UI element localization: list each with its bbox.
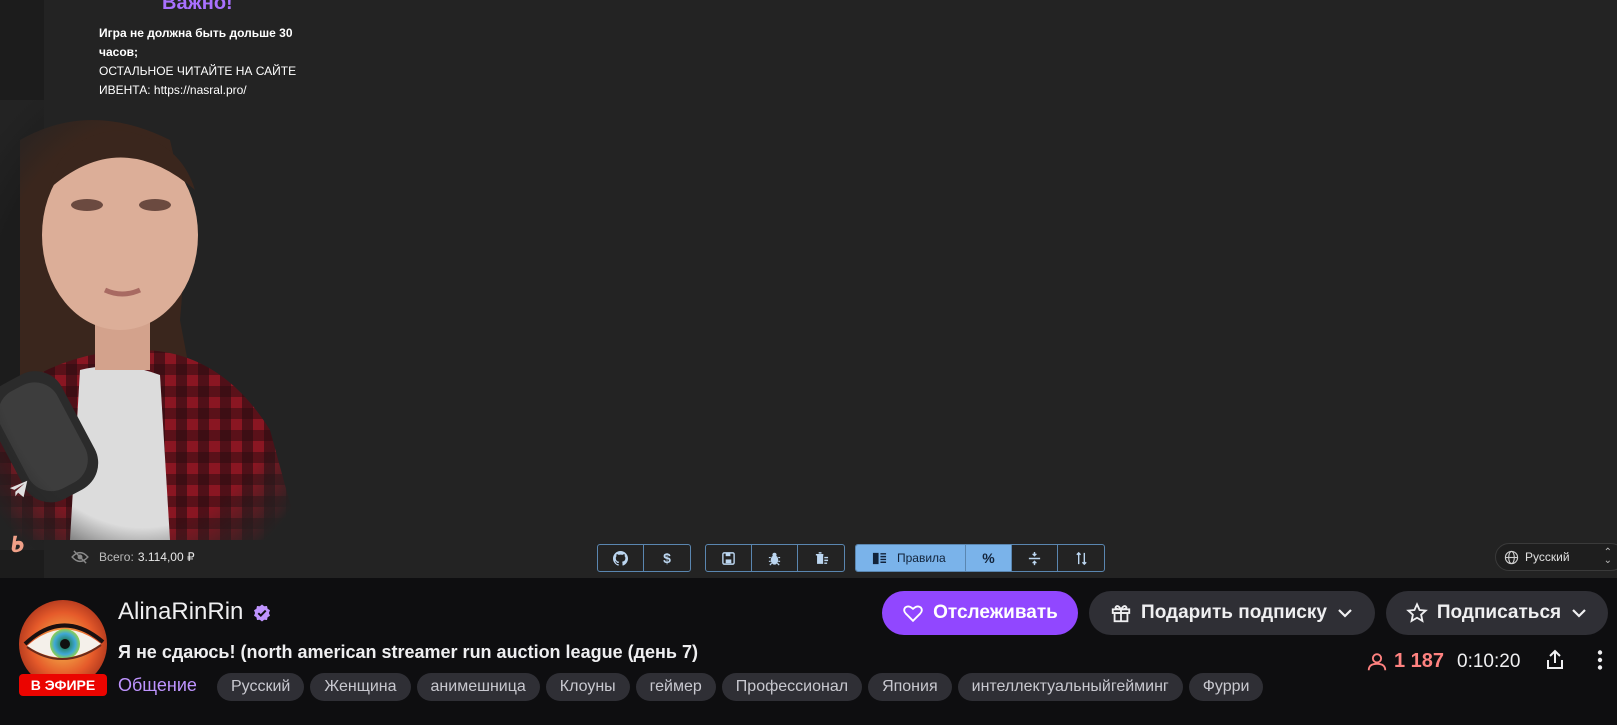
select-arrows-icon: ⌃ ⌄ — [1603, 547, 1612, 566]
tag[interactable]: Профессионал — [721, 673, 863, 701]
notice-title: Важно! — [162, 0, 233, 14]
toolbar-actions — [705, 544, 845, 572]
live-badge: В ЭФИРЕ — [19, 674, 107, 696]
globe-icon — [1504, 550, 1519, 564]
github-icon — [613, 550, 628, 566]
follow-button[interactable]: Отслеживать — [882, 591, 1078, 635]
stream-uptime: 0:10:20 — [1457, 651, 1521, 672]
viewer-count: 1 187 — [1366, 650, 1444, 673]
notice-text-site: ОСТАЛЬНОЕ ЧИТАЙТЕ НА САЙТЕ ИВЕНТА: https… — [99, 64, 297, 97]
stream-title: Я не сдаюсь! (north american streamer ru… — [118, 642, 698, 662]
rules-label: Правила — [897, 551, 946, 565]
tag[interactable]: Япония — [868, 673, 952, 701]
tag[interactable]: интеллектуальныйгейминг — [957, 673, 1183, 701]
subscribe-label: Подписаться — [1436, 602, 1562, 623]
user-icon — [1367, 652, 1387, 670]
tag[interactable]: Женщина — [310, 673, 411, 701]
tag[interactable]: Клоуны — [545, 673, 630, 701]
toolbar-links: $ — [597, 544, 691, 572]
total-label: Всего: — [99, 550, 134, 564]
gift-subscription-button[interactable]: Подарить подписку — [1089, 591, 1375, 635]
sort-button[interactable] — [1058, 545, 1104, 571]
chevron-down-icon — [1338, 609, 1352, 618]
tag[interactable]: анимешница — [416, 673, 540, 701]
share-icon[interactable] — [1543, 648, 1567, 672]
language-value: Русский — [1525, 550, 1570, 564]
donate-button[interactable]: $ — [644, 545, 690, 571]
clear-button[interactable] — [798, 545, 844, 571]
save-button[interactable] — [706, 545, 752, 571]
notice-text-rule: Игра не должна быть дольше 30 часов; — [99, 26, 293, 59]
tag[interactable]: Фурри — [1188, 673, 1264, 701]
trash-list-icon — [815, 551, 828, 564]
gift-label: Подарить подписку — [1141, 602, 1327, 623]
bug-icon — [768, 552, 781, 565]
channel-name[interactable]: AlinaRinRin — [118, 598, 243, 626]
tag[interactable]: геймер — [635, 673, 716, 701]
follow-label: Отслеживать — [933, 602, 1058, 623]
heart-icon — [903, 605, 923, 623]
language-select[interactable]: Русский ⌃ ⌄ — [1495, 543, 1617, 571]
tag[interactable]: Русский — [217, 673, 305, 701]
category-link[interactable]: Общение — [118, 675, 197, 696]
total-value: 3.114,00 ₽ — [137, 550, 195, 564]
eye-off-icon[interactable] — [71, 550, 89, 564]
gift-icon — [1111, 605, 1131, 623]
split-vertical-icon — [1028, 551, 1041, 565]
more-options-icon[interactable] — [1588, 648, 1612, 672]
subscribe-button[interactable]: Подписаться — [1386, 591, 1608, 635]
boosty-icon[interactable] — [8, 533, 30, 555]
telegram-icon[interactable] — [8, 478, 30, 500]
rules-panel-icon — [872, 552, 887, 564]
github-button[interactable] — [598, 545, 644, 571]
floppy-icon — [722, 551, 735, 565]
verified-icon — [254, 604, 270, 622]
streamer-webcam — [0, 100, 340, 550]
viewer-count-value: 1 187 — [1394, 650, 1445, 672]
donation-total: Всего: 3.114,00 ₽ — [71, 550, 195, 564]
star-icon — [1406, 602, 1428, 623]
chevron-down-icon — [1572, 609, 1586, 618]
sort-arrows-icon — [1075, 551, 1087, 565]
percent-button[interactable]: % — [966, 545, 1012, 571]
bug-report-button[interactable] — [752, 545, 798, 571]
split-button[interactable] — [1012, 545, 1058, 571]
toolbar-view: Правила % — [855, 544, 1105, 572]
video-player[interactable]: Важно! Игра не должна быть дольше 30 час… — [0, 0, 1617, 578]
channel-info-bar: В ЭФИРЕ AlinaRinRin Я не сдаюсь! (north … — [0, 578, 1617, 725]
tag-list: Русский Женщина анимешница Клоуны геймер… — [217, 673, 1264, 701]
rules-button[interactable]: Правила — [856, 545, 966, 571]
